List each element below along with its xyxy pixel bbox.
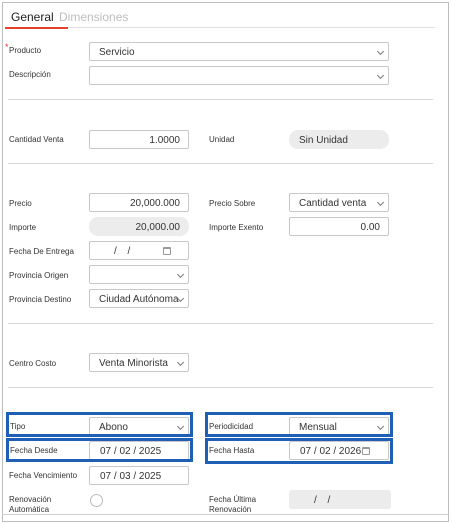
cantidad-venta-label: Cantidad Venta xyxy=(9,135,64,144)
precio-sobre-value: Cantidad venta xyxy=(299,198,367,209)
section-divider xyxy=(8,99,433,100)
unidad-field: Sin Unidad xyxy=(289,130,389,149)
chevron-down-icon xyxy=(376,198,385,207)
descripcion-label: Descripción xyxy=(9,70,51,79)
chevron-down-icon xyxy=(176,270,185,279)
periodicidad-highlight xyxy=(205,412,393,437)
cantidad-venta-value: 1.0000 xyxy=(149,135,180,146)
descripcion-select[interactable] xyxy=(89,66,389,85)
importe-field: 20,000.00 xyxy=(89,217,189,236)
centro-costo-value: Venta Minorista xyxy=(99,358,168,369)
tab-dimensiones[interactable]: Dimensiones xyxy=(59,10,128,24)
provincia-destino-label: Provincia Destino xyxy=(9,295,72,304)
importe-value: 20,000.00 xyxy=(135,222,181,233)
section-divider xyxy=(8,323,433,324)
fecha-desde-highlight xyxy=(6,438,193,462)
producto-select[interactable]: Servicio xyxy=(89,42,389,61)
section-divider xyxy=(8,387,433,388)
fecha-vencimiento-value: 07 / 03 / 2025 xyxy=(100,471,162,482)
fecha-entrega-input[interactable]: / / xyxy=(89,241,189,260)
renovacion-automatica-toggle[interactable] xyxy=(90,494,103,507)
centro-costo-select[interactable]: Venta Minorista xyxy=(89,353,189,372)
unidad-value: Sin Unidad xyxy=(299,135,348,146)
fecha-entrega-value: / / xyxy=(114,246,131,257)
chevron-down-icon xyxy=(376,71,385,80)
fecha-hasta-highlight xyxy=(205,438,393,464)
cantidad-venta-input[interactable]: 1.0000 xyxy=(89,130,189,149)
producto-value: Servicio xyxy=(99,47,135,58)
section-divider xyxy=(8,163,433,164)
importe-exento-label: Importe Exento xyxy=(209,223,264,232)
renovacion-automatica-label-line1: Renovación xyxy=(9,495,52,504)
precio-label: Precio xyxy=(9,199,32,208)
provincia-origen-select[interactable] xyxy=(89,265,189,284)
precio-sobre-label: Precio Sobre xyxy=(209,199,256,208)
importe-exento-input[interactable]: 0.00 xyxy=(289,217,389,236)
fecha-ultima-renovacion-label-line2: Renovación xyxy=(209,505,252,514)
fecha-entrega-label: Fecha De Entrega xyxy=(9,247,74,256)
precio-sobre-select[interactable]: Cantidad venta xyxy=(289,193,389,212)
centro-costo-label: Centro Costo xyxy=(9,359,57,368)
tab-general[interactable]: General xyxy=(11,10,54,24)
producto-label: Producto xyxy=(9,46,42,55)
tab-bar-divider xyxy=(68,27,435,28)
active-tab-indicator xyxy=(5,27,68,29)
precio-input[interactable]: 20,000.000 xyxy=(89,193,189,212)
unidad-label: Unidad xyxy=(209,135,235,144)
fecha-vencimiento-input[interactable]: 07 / 03 / 2025 xyxy=(89,466,189,485)
importe-label: Importe xyxy=(9,223,37,232)
fecha-vencimiento-label: Fecha Vencimiento xyxy=(9,471,78,480)
provincia-destino-select[interactable]: Ciudad Autónoma xyxy=(89,289,189,308)
fecha-ultima-renovacion-field: / / xyxy=(289,490,391,509)
chevron-down-icon xyxy=(376,47,385,56)
provincia-origen-label: Provincia Origen xyxy=(9,271,69,280)
renovacion-automatica-label-line2: Automática xyxy=(9,505,50,514)
fecha-ultima-renovacion-label-line1: Fecha Última xyxy=(209,495,257,504)
importe-exento-value: 0.00 xyxy=(360,222,380,233)
fecha-ultima-renovacion-value: / / xyxy=(314,495,331,506)
precio-value: 20,000.000 xyxy=(129,198,180,209)
required-marker: * xyxy=(5,42,9,52)
tipo-highlight xyxy=(6,412,193,437)
calendar-icon[interactable] xyxy=(163,247,171,255)
chevron-down-icon xyxy=(176,358,185,367)
provincia-destino-value: Ciudad Autónoma xyxy=(99,294,179,305)
